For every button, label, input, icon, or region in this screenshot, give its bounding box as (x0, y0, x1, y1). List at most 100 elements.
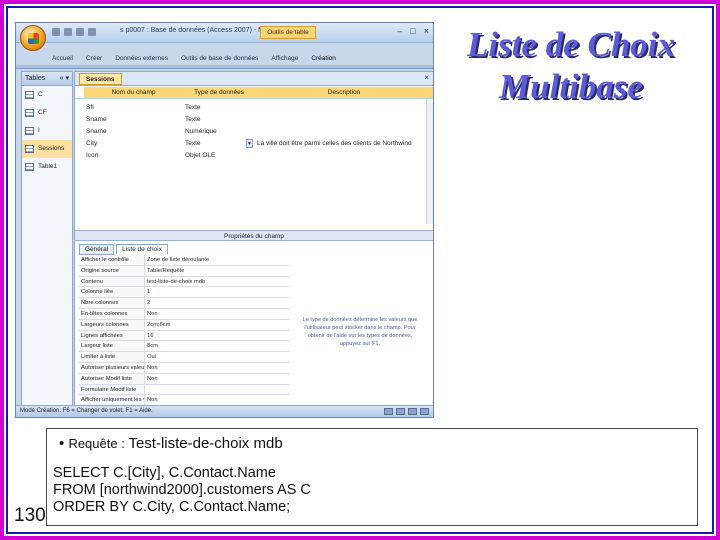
property-tabs: Général Liste de choix (79, 244, 168, 255)
field-row[interactable]: Sname Texte (75, 114, 433, 125)
property-row[interactable]: Contenu test-liste-de-choix mdb (79, 276, 289, 288)
property-row[interactable]: Origine source Table/Requête (79, 265, 289, 277)
property-row[interactable]: Afficher le contrôle Zone de liste déroul… (79, 255, 289, 266)
nav-item-table-cf[interactable]: CF (22, 104, 72, 122)
property-value[interactable]: 2cm;6cm (145, 320, 289, 330)
maximize-icon[interactable]: □ (410, 26, 415, 37)
nav-item-table-sessions[interactable]: Sessions (22, 140, 72, 158)
query-label: Requête : (68, 436, 129, 451)
property-value[interactable]: 16 (145, 331, 289, 341)
nav-item-table-table1[interactable]: Table1 (22, 158, 72, 176)
design-view-icon[interactable] (420, 408, 429, 415)
property-row[interactable]: Largeur liste 8cm (79, 341, 289, 353)
property-row[interactable]: Largeurs colonnes 2cm;6cm (79, 319, 289, 331)
document-tab-sessions[interactable]: Sessions (79, 73, 122, 85)
nav-item-label: Sessions (38, 145, 65, 152)
office-button[interactable] (20, 25, 46, 51)
nav-pane-title: Tables (25, 75, 46, 82)
ribbon-tab-outils-bdd[interactable]: Outils de base de données (181, 55, 258, 62)
vertical-scrollbar[interactable] (426, 99, 433, 224)
ribbon-tabs: Accueil Créer Données externes Outils de… (52, 55, 336, 62)
property-row[interactable]: Colonne liée 1 (79, 287, 289, 299)
field-name-cell[interactable]: City (84, 138, 183, 149)
property-value[interactable] (145, 385, 289, 395)
property-value[interactable]: Zone de liste déroulante (145, 255, 289, 265)
nav-pane-header[interactable]: Tables « ▾ (22, 72, 72, 86)
undo-icon[interactable] (64, 28, 72, 36)
slide-title: Liste de Choix Multibase (440, 24, 702, 108)
table-icon (25, 109, 34, 117)
property-value[interactable]: Non (145, 374, 289, 384)
property-value[interactable]: Oui (145, 352, 289, 362)
property-row[interactable]: Autoriser plusieurs valeurs Non (79, 362, 289, 374)
column-header-description: Description (255, 87, 433, 98)
property-value[interactable]: 1 (145, 287, 289, 297)
nav-item-table-i[interactable]: I (22, 122, 72, 140)
field-name-cell[interactable]: Sname (84, 126, 183, 137)
slide-title-line-2: Multibase (499, 67, 643, 106)
property-value[interactable]: Non (145, 309, 289, 319)
query-box: • Requête : Test-liste-de-choix mdb SELE… (46, 428, 698, 526)
property-help-text: Le type de données détermine les valeurs… (302, 317, 418, 347)
field-row[interactable]: Icon Objet OLE (75, 150, 433, 161)
property-row[interactable]: Lignes affichées 16 (79, 330, 289, 342)
status-text: Mode Création. F6 = Changer de volet. F1… (20, 408, 153, 414)
property-value[interactable]: Table/Requête (145, 266, 289, 276)
pivot-chart-icon[interactable] (408, 408, 417, 415)
property-key: Colonne liée (79, 287, 145, 298)
ribbon-tab-accueil[interactable]: Accueil (52, 55, 73, 62)
tab-general[interactable]: Général (79, 244, 115, 255)
close-window-icon[interactable]: × (424, 26, 429, 37)
field-type-cell[interactable]: Texte ▼ (183, 138, 255, 149)
field-description-cell[interactable] (255, 126, 433, 137)
close-document-icon[interactable]: × (424, 73, 429, 82)
property-value[interactable]: test-liste-de-choix mdb (145, 277, 289, 287)
property-row[interactable]: Autoriser Modif liste Non (79, 373, 289, 385)
field-row[interactable]: SfI Texte (75, 102, 433, 113)
field-type-cell[interactable]: Texte (183, 102, 255, 113)
property-row[interactable]: Formulaire Modif liste (79, 384, 289, 396)
ribbon-tab-affichage[interactable]: Affichage (271, 55, 298, 62)
property-value[interactable]: Non (145, 363, 289, 373)
datasheet-view-icon[interactable] (384, 408, 393, 415)
property-value[interactable]: 8cm (145, 341, 289, 351)
window-title: s p0007 : Base de données (Access 2007) … (120, 27, 266, 34)
sql-line: SELECT C.[City], C.Contact.Name (53, 465, 276, 481)
pivot-table-icon[interactable] (396, 408, 405, 415)
nav-collapse-icon[interactable]: « ▾ (60, 72, 69, 85)
property-key: Afficher uniquement les valeurs (79, 395, 145, 406)
property-value[interactable]: 2 (145, 298, 289, 308)
office-logo-icon (28, 33, 39, 44)
quick-access-toolbar[interactable] (52, 28, 96, 36)
chevron-down-icon[interactable]: ▼ (246, 139, 253, 148)
save-icon[interactable] (52, 28, 60, 36)
field-description-cell[interactable] (255, 150, 433, 161)
property-row[interactable]: En-têtes colonnes Non (79, 308, 289, 320)
field-row-selected[interactable]: City Texte ▼ La ville doit être parmi cel… (75, 138, 433, 149)
property-value[interactable]: Non (145, 395, 289, 405)
property-row[interactable]: Nbre colonnes 2 (79, 298, 289, 309)
minimize-icon[interactable]: – (397, 26, 402, 37)
field-name-cell[interactable]: SfI (84, 102, 183, 113)
ribbon-tab-donnees-externes[interactable]: Données externes (115, 55, 168, 62)
field-type-cell[interactable]: Texte (183, 114, 255, 125)
tab-liste-de-choix[interactable]: Liste de choix (116, 244, 168, 255)
table-icon (25, 163, 34, 171)
field-type-cell[interactable]: Numérique (183, 126, 255, 137)
property-key: Autoriser plusieurs valeurs (79, 362, 145, 373)
redo-icon[interactable] (76, 28, 84, 36)
field-name-cell[interactable]: Icon (84, 150, 183, 161)
ribbon-tab-creation[interactable]: Création (311, 55, 336, 62)
field-name-cell[interactable]: Sname (84, 114, 183, 125)
slide-number: 130 (14, 505, 46, 526)
field-description-cell[interactable]: La ville doit être parmi celles des clie… (255, 138, 433, 149)
field-description-cell[interactable] (255, 114, 433, 125)
dropdown-icon[interactable] (88, 28, 96, 36)
nav-item-table-c[interactable]: C (22, 86, 72, 104)
field-description-cell[interactable] (255, 102, 433, 113)
ribbon-tab-creer[interactable]: Créer (86, 55, 102, 62)
property-row[interactable]: Limiter à liste Oui (79, 352, 289, 363)
table-design-view: Sessions × Nom du champ Type de données … (74, 71, 433, 407)
field-type-cell[interactable]: Objet OLE (183, 150, 255, 161)
field-row[interactable]: Sname Numérique (75, 126, 433, 137)
